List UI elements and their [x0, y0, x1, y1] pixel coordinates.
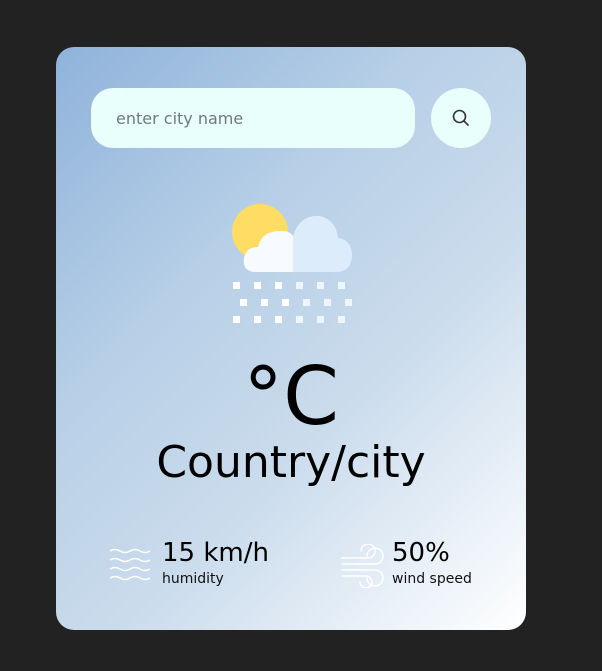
city-search-input[interactable] — [91, 88, 415, 148]
wind-speed-value: 50% — [392, 538, 450, 568]
search-icon — [452, 109, 469, 126]
snow-cloud-sun-icon — [232, 204, 352, 323]
wind-speed-label: wind speed — [392, 571, 472, 587]
weather-card: °C Country/city 15 km/h humidity 50% win… — [56, 47, 526, 630]
waves-icon — [109, 548, 151, 581]
search-button[interactable] — [431, 88, 491, 148]
wind-icon — [341, 544, 384, 588]
humidity-value: 15 km/h — [162, 538, 269, 568]
temperature-value: °C — [243, 350, 339, 443]
wind-speed-stat: 50% wind speed — [340, 537, 520, 593]
location-name: Country/city — [156, 437, 426, 488]
humidity-label: humidity — [162, 571, 224, 587]
humidity-stat: 15 km/h humidity — [108, 537, 308, 593]
